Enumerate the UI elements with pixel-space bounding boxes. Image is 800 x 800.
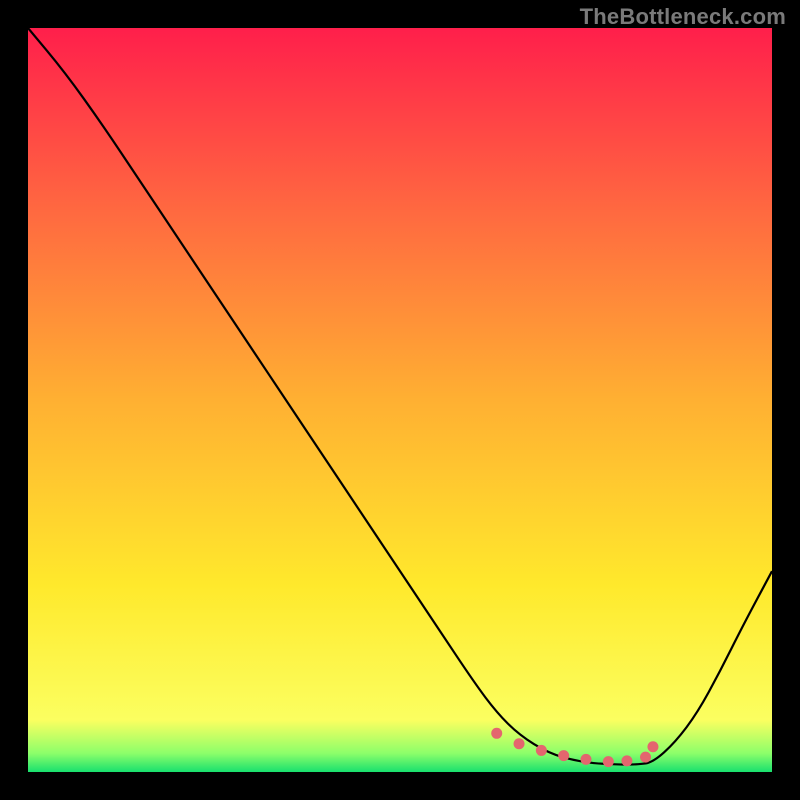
marker-dot	[603, 756, 614, 767]
chart-svg	[28, 28, 772, 772]
marker-dot	[647, 741, 658, 752]
marker-dot	[640, 752, 651, 763]
marker-dot	[491, 728, 502, 739]
gradient-background	[28, 28, 772, 772]
marker-dot	[514, 738, 525, 749]
marker-dot	[621, 755, 632, 766]
plot-area	[28, 28, 772, 772]
marker-dot	[558, 750, 569, 761]
watermark-text: TheBottleneck.com	[580, 4, 786, 30]
marker-dot	[581, 754, 592, 765]
chart-frame: TheBottleneck.com	[0, 0, 800, 800]
marker-dot	[536, 745, 547, 756]
